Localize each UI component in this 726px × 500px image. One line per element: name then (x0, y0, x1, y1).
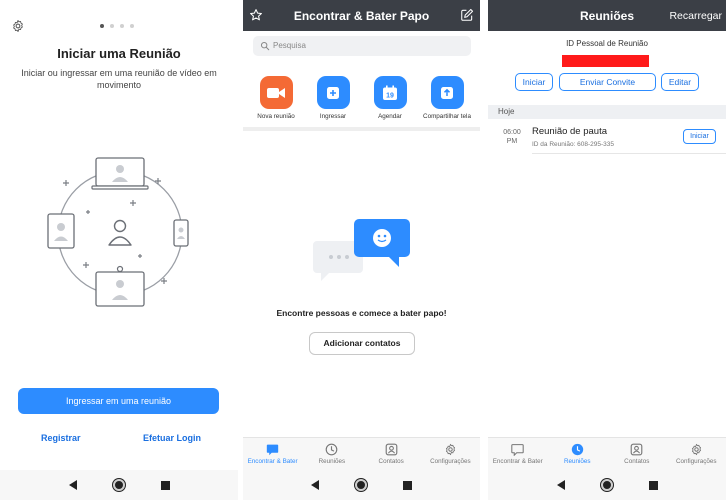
back-icon[interactable] (556, 480, 565, 490)
clock-icon (326, 443, 338, 456)
app-header: Encontrar & Bater Papo (243, 0, 480, 31)
tab-settings[interactable]: Configurações (667, 443, 725, 465)
chat-screen: Encontrar & Bater Papo Pesquisa Nova reu… (243, 0, 480, 500)
video-meeting-illustration-icon (47, 157, 189, 307)
back-icon[interactable] (311, 480, 319, 490)
personal-meeting-id-label: ID Pessoal de Reunião (566, 39, 648, 48)
add-contacts-button[interactable]: Adicionar contatos (309, 332, 415, 355)
search-input[interactable]: Pesquisa (253, 36, 471, 56)
tab-meet-chat[interactable]: Encontrar & Bater (244, 443, 302, 465)
register-link[interactable]: Registrar (41, 433, 81, 443)
tab-meet-chat[interactable]: Encontrar & Bater (489, 443, 547, 465)
join-button[interactable] (316, 76, 350, 109)
app-header: Reuniões Recarregar (488, 0, 726, 31)
plus-icon (327, 86, 339, 99)
carousel-dot[interactable] (130, 24, 134, 28)
meeting-time-ampm: PM (506, 138, 518, 145)
page-title: Reuniões (580, 9, 635, 23)
tab-contacts[interactable]: Contatos (608, 443, 666, 465)
clock-icon (571, 443, 583, 456)
new-meeting-button[interactable] (259, 76, 293, 109)
edit-meeting-button[interactable]: Editar (661, 73, 699, 91)
contacts-icon (630, 443, 643, 456)
tab-settings[interactable]: Configurações (421, 443, 479, 465)
carousel-dots (100, 24, 134, 28)
meeting-time: 06:00 PM (498, 128, 526, 146)
chat-bubble-icon (266, 444, 279, 456)
bottom-tab-bar: Encontrar & Bater Reuniões Contatos Conf… (243, 437, 480, 470)
meeting-title: Reunião de pauta (532, 126, 608, 137)
video-camera-icon (267, 87, 285, 98)
tab-label: Contatos (624, 458, 650, 465)
chat-bubble-icon (511, 444, 524, 456)
android-nav-bar (243, 470, 480, 500)
schedule-button[interactable]: 19 (373, 76, 407, 109)
android-nav-bar (0, 470, 238, 500)
calendar-day: 19 (386, 92, 394, 99)
page-title: Iniciar uma Reunião (57, 46, 181, 61)
compose-icon[interactable] (460, 8, 474, 22)
page-title: Encontrar & Bater Papo (293, 9, 430, 23)
reload-button[interactable]: Recarregar (669, 10, 722, 22)
send-invite-button[interactable]: Enviar Convite (559, 73, 656, 91)
tab-label: Configurações (430, 458, 471, 465)
recent-apps-icon[interactable] (160, 480, 170, 490)
section-header-today: Hoje (488, 105, 726, 119)
page-subtitle: Iniciar ou ingressar em uma reunião de v… (21, 68, 217, 90)
search-placeholder: Pesquisa (273, 41, 306, 50)
contacts-icon (385, 443, 397, 456)
empty-state-message: Encontre pessoas e comece a bater papo! (276, 308, 447, 318)
carousel-dot[interactable] (120, 24, 124, 28)
section-label: Hoje (498, 107, 515, 116)
tab-label: Configurações (675, 458, 717, 465)
search-icon (260, 41, 270, 51)
android-nav-bar (488, 470, 726, 500)
recent-apps-icon[interactable] (403, 480, 412, 490)
schedule-action[interactable]: 19 Agendar (367, 76, 413, 120)
home-icon[interactable] (112, 479, 125, 491)
quick-actions: Nova reunião Ingressar 19 Agendar Compar… (243, 76, 480, 120)
tab-meetings[interactable]: Reuniões (303, 443, 361, 465)
carousel-dot[interactable] (110, 24, 114, 28)
new-meeting-action[interactable]: Nova reunião (253, 76, 299, 120)
settings-gear-icon[interactable] (11, 19, 25, 33)
tab-label: Reuniões (563, 458, 591, 465)
tab-label: Encontrar & Bater (247, 458, 298, 465)
divider (243, 127, 480, 131)
gear-icon (691, 443, 701, 456)
home-icon[interactable] (600, 479, 613, 491)
gear-icon (445, 443, 455, 456)
meeting-id: ID da Reunião: 608-295-335 (532, 141, 615, 148)
join-meeting-button[interactable]: Ingressar em uma reunião (18, 388, 219, 414)
recent-apps-icon[interactable] (648, 480, 658, 490)
action-label: Compartilhar tela (423, 113, 471, 120)
bottom-tab-bar: Encontrar & Bater Reuniões Contatos Conf… (488, 437, 726, 470)
tab-label: Contatos (378, 458, 404, 465)
chat-bubbles-illustration-icon (313, 219, 410, 281)
redacted-meeting-id (562, 55, 649, 67)
meetings-screen: Reuniões Recarregar ID Pessoal de Reuniã… (488, 0, 726, 500)
tab-label: Encontrar & Bater (492, 458, 543, 465)
join-action[interactable]: Ingressar (310, 76, 356, 120)
share-screen-icon (441, 86, 453, 99)
start-personal-meeting-button[interactable]: Iniciar (515, 73, 553, 91)
start-meeting-button[interactable]: Iniciar (683, 129, 716, 144)
tab-label: Reuniões (318, 458, 346, 465)
carousel-dot[interactable] (100, 24, 104, 28)
meeting-time-hour: 06:00 (503, 129, 521, 136)
login-link[interactable]: Efetuar Login (143, 433, 201, 443)
share-screen-button[interactable] (430, 76, 464, 109)
tab-contacts[interactable]: Contatos (362, 443, 420, 465)
divider (532, 153, 726, 154)
calendar-icon: 19 (383, 85, 397, 100)
share-screen-action[interactable]: Compartilhar tela (423, 76, 471, 120)
home-icon[interactable] (355, 479, 367, 491)
tab-meetings[interactable]: Reuniões (548, 443, 606, 465)
start-meeting-screen: Iniciar uma Reunião Iniciar ou ingressar… (0, 0, 238, 500)
back-icon[interactable] (68, 480, 77, 490)
